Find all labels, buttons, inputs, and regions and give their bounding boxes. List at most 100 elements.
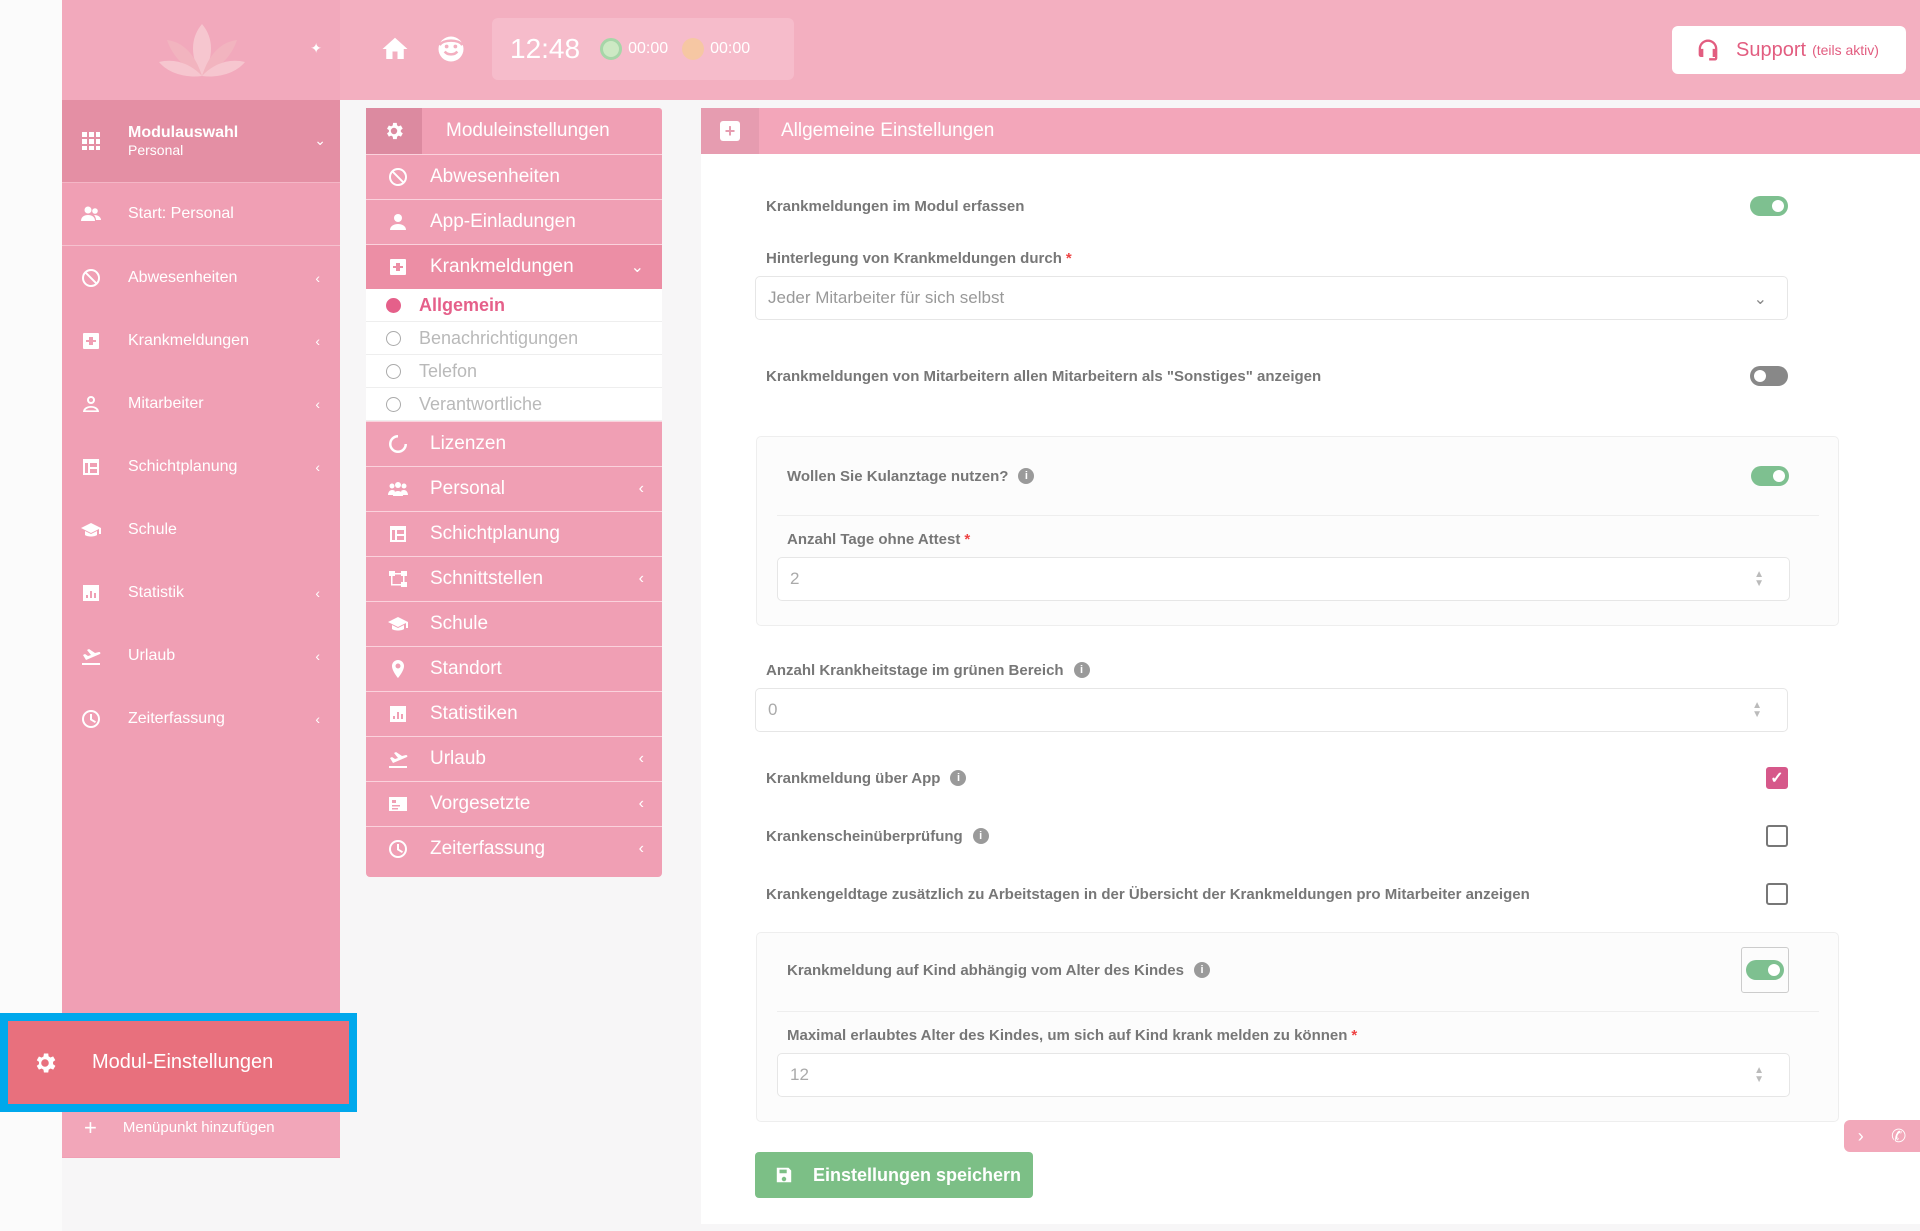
sidebar-item-abwesenheiten[interactable]: Abwesenheiten ‹ — [62, 246, 340, 309]
module-menu-title: Moduleinstellungen — [446, 120, 610, 141]
menu-item-schnittstellen[interactable]: Schnittstellen ‹ — [366, 556, 662, 601]
child-age-row: Krankmeldung auf Kind abhängig vom Alter… — [787, 947, 1789, 993]
menu-item-schichtplanung[interactable]: Schichtplanung — [366, 511, 662, 556]
pause-timer-icon[interactable] — [682, 38, 705, 60]
green-days-input[interactable]: 0 ▲ ▼ — [755, 688, 1788, 732]
home-icon[interactable] — [380, 34, 410, 64]
child-age-toggle[interactable] — [1746, 960, 1784, 980]
menu-item-label: Personal — [430, 478, 505, 499]
menu-item-label: Schichtplanung — [430, 523, 560, 544]
modul-settings-button[interactable]: Modul-Einstellungen — [0, 1013, 357, 1112]
deposit-select[interactable]: Jeder Mitarbeiter für sich selbst ⌄ — [755, 276, 1788, 320]
kulanz-toggle[interactable] — [1751, 466, 1789, 486]
plus-icon: + — [84, 1114, 97, 1140]
menu-item-vorgesetzte[interactable]: Vorgesetzte ‹ — [366, 781, 662, 826]
submenu-item-benachrichtigungen[interactable]: Benachrichtigungen — [366, 322, 662, 355]
number-spinner-icon[interactable]: ▲ ▼ — [1754, 570, 1764, 589]
required-mark: * — [1065, 249, 1072, 267]
sidebar-item-schichtplanung[interactable]: Schichtplanung ‹ — [62, 435, 340, 498]
sidebar-item-label: Statistik — [128, 583, 185, 601]
cert-check-checkbox[interactable] — [1766, 825, 1788, 847]
module-select-subtitle: Personal — [128, 142, 184, 158]
info-icon[interactable]: i — [972, 828, 989, 844]
menu-item-label: Krankmeldungen — [430, 256, 574, 277]
chevron-left-icon: ‹ — [315, 647, 320, 664]
sick-pay-days-checkbox[interactable] — [1766, 883, 1788, 905]
max-child-age-input[interactable]: 12 ▲ ▼ — [777, 1053, 1790, 1097]
pin-icon[interactable]: ✦ — [310, 40, 322, 57]
headset-icon — [1698, 39, 1718, 61]
ban-icon — [386, 165, 410, 189]
menu-item-app-einladungen[interactable]: App-Einladungen — [366, 199, 662, 244]
number-spinner-icon[interactable]: ▲ ▼ — [1754, 1066, 1764, 1085]
chevron-down-icon: ⌄ — [630, 259, 644, 276]
days-no-cert-input[interactable]: 2 ▲ ▼ — [777, 557, 1790, 601]
record-sick-toggle[interactable] — [1750, 196, 1788, 216]
show-other-row: Krankmeldungen von Mitarbeitern allen Mi… — [766, 358, 1788, 394]
ban-icon — [80, 267, 102, 289]
radio-filled-icon — [386, 297, 401, 313]
phone-icon[interactable]: ✆ — [1891, 1126, 1906, 1147]
submenu-item-telefon[interactable]: Telefon — [366, 355, 662, 388]
sidebar-item-label: Zeiterfassung — [128, 709, 225, 727]
chevron-left-icon: ‹ — [315, 332, 320, 349]
sidebar-item-krankmeldungen[interactable]: Krankmeldungen ‹ — [62, 309, 340, 372]
menu-item-statistiken[interactable]: Statistiken — [366, 691, 662, 736]
sidebar-item-statistik[interactable]: Statistik ‹ — [62, 561, 340, 624]
save-settings-label: Einstellungen speichern — [813, 1164, 1022, 1185]
panel-title: Allgemeine Einstellungen — [781, 120, 995, 141]
timer-green-value: 00:00 — [628, 40, 669, 57]
menu-bottom-edge — [366, 871, 662, 877]
sidebar-item-zeiterfassung[interactable]: Zeiterfassung ‹ — [62, 687, 340, 750]
chevron-left-icon: ‹ — [315, 269, 320, 286]
support-button[interactable]: Support (teils aktiv) — [1672, 26, 1906, 74]
panel-header: + Allgemeine Einstellungen — [701, 108, 1920, 154]
module-menu-header: Moduleinstellungen — [366, 108, 662, 154]
number-spinner-icon[interactable]: ▲ ▼ — [1752, 701, 1762, 720]
chevron-left-icon: ‹ — [638, 570, 644, 587]
menu-item-label: Statistiken — [430, 703, 518, 724]
days-no-cert-label: Anzahl Tage ohne Attest — [787, 530, 961, 548]
chevron-right-icon[interactable]: › — [1858, 1126, 1864, 1147]
chevron-left-icon: ‹ — [315, 458, 320, 475]
info-icon[interactable]: i — [1194, 962, 1210, 978]
info-icon[interactable]: i — [1018, 468, 1035, 484]
menu-item-schule[interactable]: Schule — [366, 601, 662, 646]
menu-item-urlaub[interactable]: Urlaub ‹ — [366, 736, 662, 781]
sidebar-item-mitarbeiter[interactable]: Mitarbeiter ‹ — [62, 372, 340, 435]
sidebar-item-label: Schichtplanung — [128, 457, 238, 475]
info-icon[interactable]: i — [1073, 662, 1090, 678]
menu-item-personal[interactable]: Personal ‹ — [366, 466, 662, 511]
show-other-toggle[interactable] — [1750, 366, 1788, 386]
sidebar-item-urlaub[interactable]: Urlaub ‹ — [62, 624, 340, 687]
info-icon[interactable]: i — [950, 770, 967, 786]
menu-item-zeiterfassung[interactable]: Zeiterfassung ‹ — [366, 826, 662, 871]
chevron-left-icon: ‹ — [315, 710, 320, 727]
via-app-checkbox[interactable]: ✓ — [1766, 767, 1788, 789]
submenu-item-allgemein[interactable]: Allgemein — [366, 289, 662, 322]
module-select-title: Modulauswahl — [128, 124, 239, 141]
plane-departure-icon — [386, 747, 410, 771]
submenu-item-verantwortliche[interactable]: Verantwortliche — [366, 388, 662, 421]
max-child-age-value: 12 — [790, 1065, 809, 1084]
module-select[interactable]: Modulauswahl Personal ⌄ — [62, 100, 340, 183]
menu-item-lizenzen[interactable]: Lizenzen — [366, 421, 662, 466]
phone-widget-tab[interactable]: › ✆ — [1844, 1120, 1920, 1152]
sidebar-item-schule[interactable]: Schule — [62, 498, 340, 561]
smiley-icon[interactable] — [436, 34, 466, 64]
menu-item-label: Vorgesetzte — [430, 793, 531, 814]
menu-item-abwesenheiten[interactable]: Abwesenheiten — [366, 154, 662, 199]
sidebar-item-label: Schule — [128, 520, 177, 538]
menu-item-krankmeldungen[interactable]: Krankmeldungen ⌄ — [366, 244, 662, 289]
map-pin-icon — [386, 657, 410, 681]
menu-item-label: Schule — [430, 613, 489, 634]
support-label: Support — [1736, 38, 1807, 61]
sidebar-item-start[interactable]: Start: Personal — [62, 183, 340, 246]
menu-item-label: App-Einladungen — [430, 211, 576, 232]
save-settings-button[interactable]: Einstellungen speichern — [755, 1152, 1033, 1198]
play-timer-icon[interactable] — [600, 38, 623, 60]
users-icon — [80, 203, 102, 225]
menu-item-standort[interactable]: Standort — [366, 646, 662, 691]
sidebar-logo-area: ✦ — [62, 0, 340, 100]
record-sick-row: Krankmeldungen im Modul erfassen — [766, 188, 1788, 224]
